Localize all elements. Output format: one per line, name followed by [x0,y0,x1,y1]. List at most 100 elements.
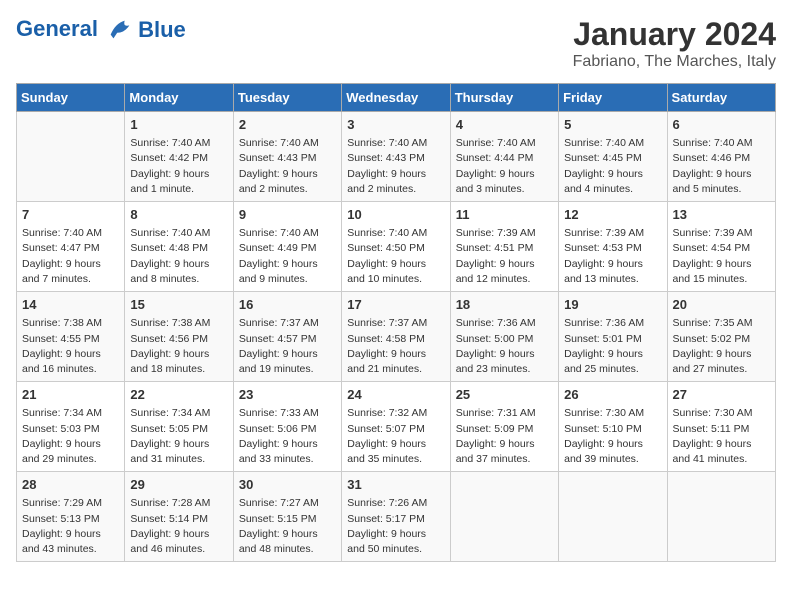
calendar-cell: 21Sunrise: 7:34 AM Sunset: 5:03 PM Dayli… [17,382,125,472]
day-number: 28 [22,476,119,494]
calendar-table: SundayMondayTuesdayWednesdayThursdayFrid… [16,83,776,562]
day-info: Sunrise: 7:28 AM Sunset: 5:14 PM Dayligh… [130,496,227,557]
day-info: Sunrise: 7:40 AM Sunset: 4:42 PM Dayligh… [130,136,227,197]
calendar-cell: 6Sunrise: 7:40 AM Sunset: 4:46 PM Daylig… [667,112,775,202]
day-info: Sunrise: 7:40 AM Sunset: 4:44 PM Dayligh… [456,136,553,197]
calendar-cell: 22 Sunrise: 7:34 AM Sunset: 5:05 PM Dayli… [125,382,233,472]
day-info: Sunrise: 7:40 AM Sunset: 4:47 PM Dayligh… [22,226,119,287]
day-number: 4 [456,116,553,134]
day-info: Sunrise: 7:33 AM Sunset: 5:06 PM Dayligh… [239,406,336,467]
calendar-cell: 31 Sunrise: 7:26 AM Sunset: 5:17 PM Dayli… [342,472,450,562]
day-header-thursday: Thursday [450,84,558,112]
day-number: 7 [22,206,119,224]
day-number: 10 [347,206,444,224]
month-year-title: January 2024 [573,16,776,53]
calendar-cell: 26Sunrise: 7:30 AM Sunset: 5:10 PM Dayli… [559,382,667,472]
logo-general: General [16,16,98,41]
day-number: 17 [347,296,444,314]
header: General Blue January 2024 Fabriano, The … [16,16,776,71]
calendar-cell: 14 Sunrise: 7:38 AM Sunset: 4:55 PM Dayli… [17,292,125,382]
calendar-cell: 8 Sunrise: 7:40 AM Sunset: 4:48 PM Daylig… [125,202,233,292]
calendar-cell: 2Sunrise: 7:40 AM Sunset: 4:43 PM Daylig… [233,112,341,202]
day-number: 5 [564,116,661,134]
day-info: Sunrise: 7:40 AM Sunset: 4:46 PM Dayligh… [673,136,770,197]
day-info: Sunrise: 7:31 AM Sunset: 5:09 PM Dayligh… [456,406,553,467]
day-info: Sunrise: 7:30 AM Sunset: 5:11 PM Dayligh… [673,406,770,467]
logo-blue: Blue [138,17,186,43]
day-info: Sunrise: 7:38 AM Sunset: 4:55 PM Dayligh… [22,316,119,377]
day-number: 15 [130,296,227,314]
day-number: 20 [673,296,770,314]
day-number: 14 [22,296,119,314]
calendar-cell: 10 Sunrise: 7:40 AM Sunset: 4:50 PM Dayli… [342,202,450,292]
day-header-friday: Friday [559,84,667,112]
calendar-cell: 23 Sunrise: 7:33 AM Sunset: 5:06 PM Dayli… [233,382,341,472]
day-info: Sunrise: 7:30 AM Sunset: 5:10 PM Dayligh… [564,406,661,467]
day-number: 13 [673,206,770,224]
day-info: Sunrise: 7:37 AM Sunset: 4:58 PM Dayligh… [347,316,444,377]
day-number: 3 [347,116,444,134]
calendar-cell: 16 Sunrise: 7:37 AM Sunset: 4:57 PM Dayli… [233,292,341,382]
day-number: 2 [239,116,336,134]
day-info: Sunrise: 7:39 AM Sunset: 4:54 PM Dayligh… [673,226,770,287]
logo-bird-icon [106,16,134,44]
day-number: 21 [22,386,119,404]
day-info: Sunrise: 7:32 AM Sunset: 5:07 PM Dayligh… [347,406,444,467]
calendar-cell: 30 Sunrise: 7:27 AM Sunset: 5:15 PM Dayli… [233,472,341,562]
calendar-cell: 20Sunrise: 7:35 AM Sunset: 5:02 PM Dayli… [667,292,775,382]
day-info: Sunrise: 7:27 AM Sunset: 5:15 PM Dayligh… [239,496,336,557]
calendar-cell [667,472,775,562]
calendar-cell: 5 Sunrise: 7:40 AM Sunset: 4:45 PM Daylig… [559,112,667,202]
week-row-3: 14 Sunrise: 7:38 AM Sunset: 4:55 PM Dayli… [17,292,776,382]
day-number: 22 [130,386,227,404]
day-number: 12 [564,206,661,224]
day-number: 8 [130,206,227,224]
day-info: Sunrise: 7:37 AM Sunset: 4:57 PM Dayligh… [239,316,336,377]
day-number: 11 [456,206,553,224]
day-info: Sunrise: 7:36 AM Sunset: 5:00 PM Dayligh… [456,316,553,377]
day-info: Sunrise: 7:40 AM Sunset: 4:45 PM Dayligh… [564,136,661,197]
day-number: 19 [564,296,661,314]
week-row-2: 7 Sunrise: 7:40 AM Sunset: 4:47 PM Daylig… [17,202,776,292]
day-header-saturday: Saturday [667,84,775,112]
day-info: Sunrise: 7:40 AM Sunset: 4:43 PM Dayligh… [347,136,444,197]
day-number: 23 [239,386,336,404]
calendar-cell: 9Sunrise: 7:40 AM Sunset: 4:49 PM Daylig… [233,202,341,292]
day-number: 25 [456,386,553,404]
day-info: Sunrise: 7:40 AM Sunset: 4:48 PM Dayligh… [130,226,227,287]
calendar-cell: 19 Sunrise: 7:36 AM Sunset: 5:01 PM Dayli… [559,292,667,382]
day-number: 30 [239,476,336,494]
logo: General Blue [16,16,186,44]
day-number: 16 [239,296,336,314]
week-row-5: 28Sunrise: 7:29 AM Sunset: 5:13 PM Dayli… [17,472,776,562]
day-info: Sunrise: 7:39 AM Sunset: 4:53 PM Dayligh… [564,226,661,287]
day-info: Sunrise: 7:40 AM Sunset: 4:50 PM Dayligh… [347,226,444,287]
calendar-cell: 27 Sunrise: 7:30 AM Sunset: 5:11 PM Dayli… [667,382,775,472]
day-number: 18 [456,296,553,314]
day-header-wednesday: Wednesday [342,84,450,112]
week-row-4: 21Sunrise: 7:34 AM Sunset: 5:03 PM Dayli… [17,382,776,472]
day-number: 29 [130,476,227,494]
title-block: January 2024 Fabriano, The Marches, Ital… [573,16,776,71]
calendar-cell: 17 Sunrise: 7:37 AM Sunset: 4:58 PM Dayli… [342,292,450,382]
calendar-cell: 1Sunrise: 7:40 AM Sunset: 4:42 PM Daylig… [125,112,233,202]
calendar-cell: 11 Sunrise: 7:39 AM Sunset: 4:51 PM Dayli… [450,202,558,292]
day-info: Sunrise: 7:34 AM Sunset: 5:05 PM Dayligh… [130,406,227,467]
calendar-cell: 24Sunrise: 7:32 AM Sunset: 5:07 PM Dayli… [342,382,450,472]
calendar-cell: 29 Sunrise: 7:28 AM Sunset: 5:14 PM Dayli… [125,472,233,562]
day-number: 27 [673,386,770,404]
day-info: Sunrise: 7:39 AM Sunset: 4:51 PM Dayligh… [456,226,553,287]
calendar-cell [559,472,667,562]
calendar-cell: 3 Sunrise: 7:40 AM Sunset: 4:43 PM Daylig… [342,112,450,202]
calendar-cell [450,472,558,562]
day-number: 31 [347,476,444,494]
calendar-cell: 18 Sunrise: 7:36 AM Sunset: 5:00 PM Dayli… [450,292,558,382]
calendar-cell: 25 Sunrise: 7:31 AM Sunset: 5:09 PM Dayli… [450,382,558,472]
day-info: Sunrise: 7:26 AM Sunset: 5:17 PM Dayligh… [347,496,444,557]
calendar-cell: 12 Sunrise: 7:39 AM Sunset: 4:53 PM Dayli… [559,202,667,292]
day-info: Sunrise: 7:36 AM Sunset: 5:01 PM Dayligh… [564,316,661,377]
calendar-cell: 13 Sunrise: 7:39 AM Sunset: 4:54 PM Dayli… [667,202,775,292]
days-header-row: SundayMondayTuesdayWednesdayThursdayFrid… [17,84,776,112]
day-header-sunday: Sunday [17,84,125,112]
day-header-monday: Monday [125,84,233,112]
